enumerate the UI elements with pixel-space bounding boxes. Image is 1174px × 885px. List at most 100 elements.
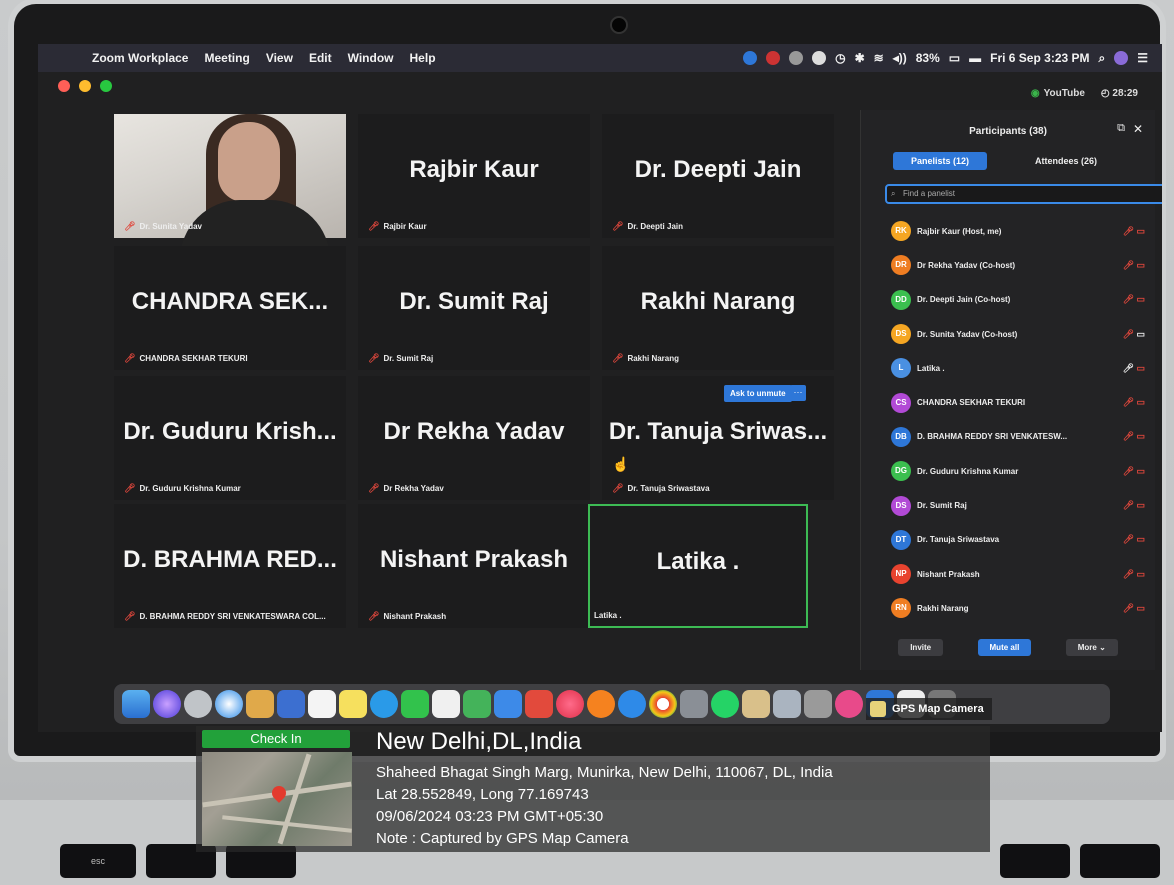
spotlight-icon[interactable]: ⌕ <box>1099 51 1106 66</box>
volume-icon[interactable]: ◂)) <box>893 51 907 65</box>
video-tile[interactable]: CHANDRA SEK... 🎤︎ CHANDRA SEKHAR TEKURI <box>114 246 346 370</box>
video-tile[interactable]: Rakhi Narang 🎤︎ Rakhi Narang <box>602 246 834 370</box>
utility-icon[interactable] <box>804 690 832 718</box>
calendar-icon[interactable] <box>308 690 336 718</box>
menubar-datetime[interactable]: Fri 6 Sep 3:23 PM <box>990 51 1089 65</box>
music-icon[interactable] <box>556 690 584 718</box>
minimize-window-icon[interactable] <box>79 80 91 92</box>
menu-meeting[interactable]: Meeting <box>204 51 249 65</box>
ask-to-unmute-button[interactable]: Ask to unmute <box>724 385 792 402</box>
acrobat-icon[interactable] <box>525 690 553 718</box>
wifi-icon[interactable]: ≋ <box>874 51 884 65</box>
tile-more-button[interactable]: ··· <box>790 385 806 401</box>
mouse-cursor-icon: ☝ <box>612 456 630 472</box>
bluetooth-icon[interactable]: ✱ <box>855 51 865 65</box>
control-center-icon[interactable]: ☰ <box>1137 51 1148 65</box>
participant-row[interactable]: NP Nishant Prakash 🎤︎ ▭ <box>891 557 1145 591</box>
facetime-icon[interactable] <box>401 690 429 718</box>
mic-video-off-icon[interactable]: 🎤︎ ▭ <box>1123 397 1145 408</box>
safari-icon[interactable] <box>215 690 243 718</box>
mic-video-off-icon[interactable]: 🎤︎ ▭ <box>1123 260 1145 271</box>
pages-icon[interactable] <box>742 690 770 718</box>
video-tile-sunita[interactable]: 🎤︎ Dr. Sunita Yadav <box>114 114 346 260</box>
messages-icon[interactable] <box>370 690 398 718</box>
menu-help[interactable]: Help <box>410 51 436 65</box>
video-tile[interactable]: Dr. Deepti Jain 🎤︎ Dr. Deepti Jain <box>602 114 834 238</box>
menu-window[interactable]: Window <box>348 51 394 65</box>
siri-dock-icon[interactable] <box>153 690 181 718</box>
finder-icon[interactable] <box>122 690 150 718</box>
participant-row[interactable]: RK Rajbir Kaur (Host, me) 🎤︎ ▭ <box>891 214 1145 248</box>
mic-video-off-icon[interactable]: 🎤︎ ▭ <box>1123 569 1145 580</box>
stickies-icon[interactable] <box>339 690 367 718</box>
clock-icon[interactable]: ◷ <box>835 51 845 65</box>
participant-row[interactable]: DT Dr. Tanuja Sriwastava 🎤︎ ▭ <box>891 523 1145 557</box>
tile-name-label: 🎤︎ Dr. Sunita Yadav <box>124 221 202 232</box>
power-key[interactable] <box>1080 844 1160 878</box>
video-tile[interactable]: Nishant Prakash 🎤︎ Nishant Prakash <box>358 504 590 628</box>
books-icon[interactable] <box>587 690 615 718</box>
photo-booth-icon[interactable] <box>835 690 863 718</box>
close-icon[interactable]: ✕ <box>1133 122 1143 136</box>
launchpad-icon[interactable] <box>184 690 212 718</box>
image-capture-icon[interactable] <box>773 690 801 718</box>
youtube-live[interactable]: ◉ YouTube <box>1031 88 1085 99</box>
mic-video-off-icon[interactable]: 🎤︎ ▭ <box>1123 294 1145 305</box>
invite-button[interactable]: Invite <box>898 639 944 656</box>
menu-view[interactable]: View <box>266 51 293 65</box>
tile-name-label: 🎤︎ Dr. Tanuja Sriwastava <box>612 483 710 494</box>
siri-icon[interactable] <box>1114 51 1129 65</box>
volume-up-key[interactable] <box>1000 844 1070 878</box>
video-tile[interactable]: Dr. Sumit Raj 🎤︎ Dr. Sumit Raj <box>358 246 590 370</box>
mic-video-off-icon[interactable]: 🎤︎ ▭ <box>1123 534 1145 545</box>
slack-icon[interactable] <box>766 51 781 65</box>
flag-icon[interactable]: ▬ <box>969 51 981 65</box>
sync-icon[interactable] <box>789 51 804 65</box>
find-panelist-input[interactable]: ⌕ Find a panelist <box>885 184 1162 204</box>
tab-attendees[interactable]: Attendees (26) <box>1035 156 1097 166</box>
participant-row[interactable]: DR Dr Rekha Yadav (Co-host) 🎤︎ ▭ <box>891 248 1145 282</box>
menu-app-name[interactable]: Zoom Workplace <box>92 51 188 65</box>
more-button[interactable]: More ⌄ <box>1065 639 1118 656</box>
video-tile[interactable]: Rajbir Kaur 🎤︎ Rajbir Kaur <box>358 114 590 238</box>
participant-row[interactable]: CS CHANDRA SEKHAR TEKURI 🎤︎ ▭ <box>891 385 1145 419</box>
video-tile-active-speaker[interactable]: Latika . Latika . <box>588 504 808 628</box>
mic-video-off-icon[interactable]: 🎤︎ ▭ <box>1123 603 1145 614</box>
participant-row[interactable]: DS Dr. Sumit Raj 🎤︎ ▭ <box>891 488 1145 522</box>
mic-muted-icon: 🎤︎ <box>124 611 136 621</box>
mic-on-video-off-icon[interactable]: 🎤︎ ▭ <box>1123 363 1145 374</box>
numbers-icon[interactable] <box>463 690 491 718</box>
notes-folder-icon[interactable] <box>246 690 274 718</box>
video-tile[interactable]: D. BRAHMA RED... 🎤︎ D. BRAHMA REDDY SRI V… <box>114 504 346 628</box>
menu-edit[interactable]: Edit <box>309 51 332 65</box>
tab-panelists[interactable]: Panelists (12) <box>893 152 988 170</box>
system-preferences-icon[interactable] <box>680 690 708 718</box>
mic-video-off-icon[interactable]: 🎤︎ ▭ <box>1123 466 1145 477</box>
popout-icon[interactable]: ⧉ <box>1117 122 1125 135</box>
app-store-icon[interactable] <box>618 690 646 718</box>
video-tile[interactable]: Dr. Guduru Krish... 🎤︎ Dr. Guduru Krishna… <box>114 376 346 500</box>
mute-all-button[interactable]: Mute all <box>977 639 1032 656</box>
participant-row[interactable]: DD Dr. Deepti Jain (Co-host) 🎤︎ ▭ <box>891 283 1145 317</box>
esc-key[interactable]: esc <box>60 844 136 878</box>
close-window-icon[interactable] <box>58 80 70 92</box>
battery-percent[interactable]: 83% <box>916 51 940 65</box>
textedit-icon[interactable] <box>432 690 460 718</box>
whatsapp-icon[interactable] <box>711 690 739 718</box>
video-tile[interactable]: Dr Rekha Yadav 🎤︎ Dr Rekha Yadav <box>358 376 590 500</box>
mic-video-off-icon[interactable]: 🎤︎ ▭ <box>1123 500 1145 511</box>
participant-row[interactable]: DG Dr. Guduru Krishna Kumar 🎤︎ ▭ <box>891 454 1145 488</box>
participant-row[interactable]: DB D. BRAHMA REDDY SRI VENKATESW... 🎤︎ ▭ <box>891 420 1145 454</box>
participant-row[interactable]: DS Dr. Sunita Yadav (Co-host) 🎤︎ ▭ <box>891 317 1145 351</box>
zoom-status-icon[interactable] <box>743 51 758 65</box>
mic-video-off-icon[interactable]: 🎤︎ ▭ <box>1123 226 1145 237</box>
mic-off-video-on-icon[interactable]: 🎤︎ ▭ <box>1123 329 1145 340</box>
chrome-icon[interactable] <box>649 690 677 718</box>
keynote-icon[interactable] <box>494 690 522 718</box>
zoom-window-icon[interactable] <box>100 80 112 92</box>
participant-row[interactable]: RN Rakhi Narang 🎤︎ ▭ <box>891 591 1145 625</box>
mic-video-off-icon[interactable]: 🎤︎ ▭ <box>1123 431 1145 442</box>
participant-row[interactable]: L Latika . 🎤︎ ▭ <box>891 351 1145 385</box>
preview-icon[interactable] <box>277 690 305 718</box>
cloud-icon[interactable] <box>812 51 827 65</box>
